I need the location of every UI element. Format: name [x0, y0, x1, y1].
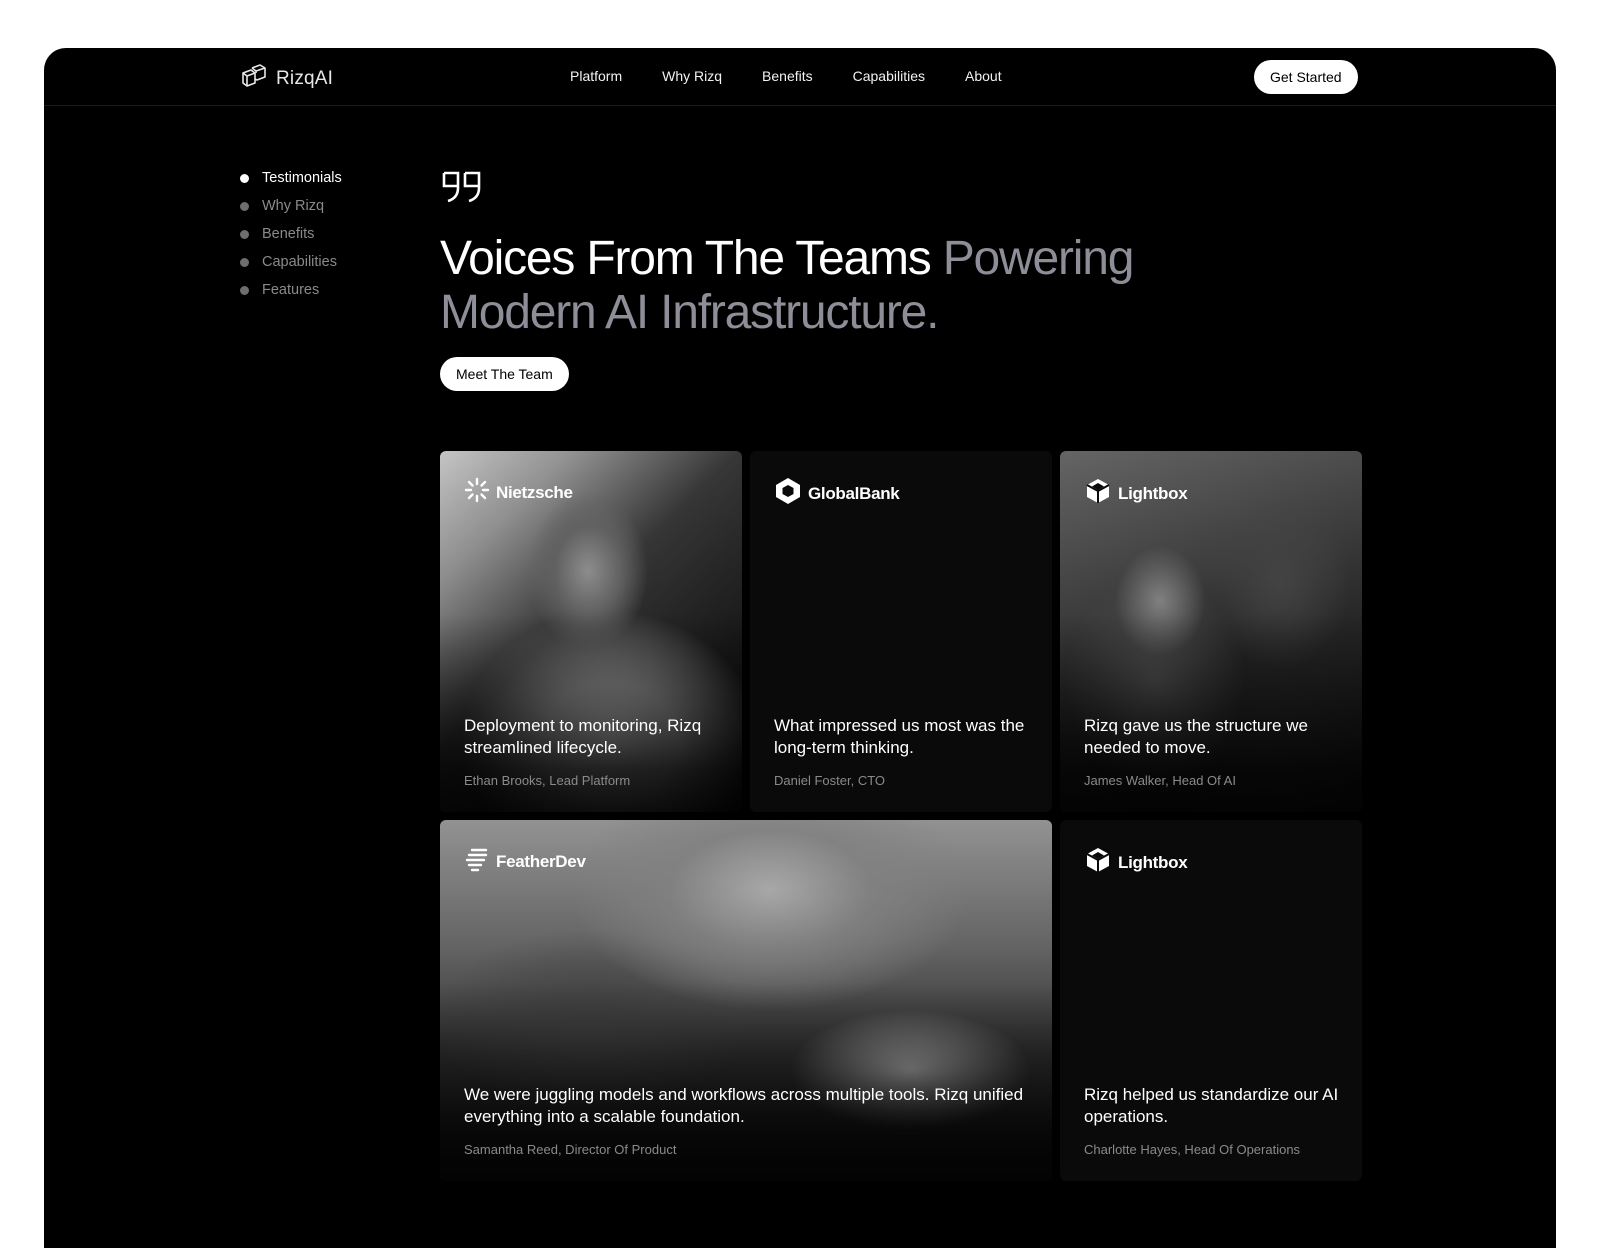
section-nav: Testimonials Why Rizq Benefits Capabilit…: [240, 164, 342, 304]
rizq-logo-icon: [240, 62, 268, 95]
dot-icon: [240, 257, 249, 267]
section-nav-benefits[interactable]: Benefits: [240, 220, 342, 248]
company-logo: FeatherDev: [464, 846, 586, 877]
section-nav-features[interactable]: Features: [240, 276, 342, 304]
top-nav: RizqAI Platform Why Rizq Benefits Capabi…: [44, 48, 1556, 106]
section-nav-label: Features: [262, 282, 320, 298]
nav-links: Platform Why Rizq Benefits Capabilities …: [570, 68, 1002, 84]
testimonial-quote: Rizq helped us standardize our AI operat…: [1084, 1085, 1339, 1126]
testimonial-author: Samantha Reed, Director Of Product: [464, 1142, 677, 1157]
testimonial-quote: What impressed us most was the long-term…: [774, 716, 1025, 757]
section-nav-label: Capabilities: [262, 254, 337, 270]
section-nav-capabilities[interactable]: Capabilities: [240, 248, 342, 276]
section-nav-testimonials[interactable]: Testimonials: [240, 164, 342, 192]
get-started-button[interactable]: Get Started: [1254, 60, 1358, 94]
section-nav-why-rizq[interactable]: Why Rizq: [240, 192, 342, 220]
logo[interactable]: RizqAI: [240, 62, 333, 95]
nav-link-capabilities[interactable]: Capabilities: [853, 68, 925, 84]
dot-icon: [240, 201, 249, 211]
testimonial-quote: Deployment to monitoring, Rizq streamlin…: [464, 716, 702, 757]
nav-link-platform[interactable]: Platform: [570, 68, 622, 84]
meet-the-team-button[interactable]: Meet The Team: [440, 357, 569, 391]
dot-icon: [240, 285, 249, 295]
testimonial-author: James Walker, Head Of AI: [1084, 773, 1236, 788]
testimonial-card[interactable]: GlobalBank What impressed us most was th…: [750, 451, 1052, 812]
section-nav-label: Benefits: [262, 226, 315, 242]
company-logo: Nietzsche: [464, 477, 573, 508]
hexagon-ring-icon: [774, 477, 802, 510]
page-title: Voices From The Teams Powering Modern AI…: [440, 232, 1200, 340]
page-title-primary: Voices From The Teams: [440, 232, 943, 285]
testimonial-card[interactable]: Nietzsche Deployment to monitoring, Rizq…: [440, 451, 742, 812]
testimonial-card[interactable]: Lightbox Rizq gave us the structure we n…: [1060, 451, 1362, 812]
testimonial-quote: We were juggling models and workflows ac…: [464, 1085, 1024, 1126]
company-name: Lightbox: [1118, 483, 1188, 503]
testimonial-quote: Rizq gave us the structure we needed to …: [1084, 716, 1308, 757]
testimonial-author: Daniel Foster, CTO: [774, 773, 886, 788]
testimonial-card[interactable]: Lightbox Rizq helped us standardize our …: [1060, 820, 1362, 1181]
testimonial-author: Charlotte Hayes, Head Of Operations: [1084, 1142, 1301, 1157]
quote-mark-icon: [440, 170, 484, 209]
dot-icon: [240, 229, 249, 239]
cube-icon: [1084, 477, 1112, 510]
cube-icon: [1084, 846, 1112, 879]
company-name: GlobalBank: [808, 483, 900, 503]
company-logo: Lightbox: [1084, 477, 1188, 510]
sunburst-icon: [464, 477, 490, 508]
company-logo: GlobalBank: [774, 477, 900, 510]
nav-link-benefits[interactable]: Benefits: [762, 68, 813, 84]
company-name: Lightbox: [1118, 852, 1188, 872]
testimonial-card[interactable]: FeatherDev We were juggling models and w…: [440, 820, 1052, 1181]
company-name: Nietzsche: [496, 482, 573, 502]
nav-link-why-rizq[interactable]: Why Rizq: [662, 68, 722, 84]
logo-text: RizqAI: [276, 67, 334, 89]
section-nav-label: Why Rizq: [262, 198, 325, 214]
testimonial-author: Ethan Brooks, Lead Platform: [464, 773, 631, 788]
section-nav-label: Testimonials: [262, 170, 342, 186]
company-logo: Lightbox: [1084, 846, 1188, 879]
nav-link-about[interactable]: About: [965, 68, 1002, 84]
feather-lines-icon: [464, 846, 490, 877]
company-name: FeatherDev: [496, 851, 586, 871]
page-frame: RizqAI Platform Why Rizq Benefits Capabi…: [44, 48, 1556, 1248]
active-dot-icon: [240, 173, 249, 183]
